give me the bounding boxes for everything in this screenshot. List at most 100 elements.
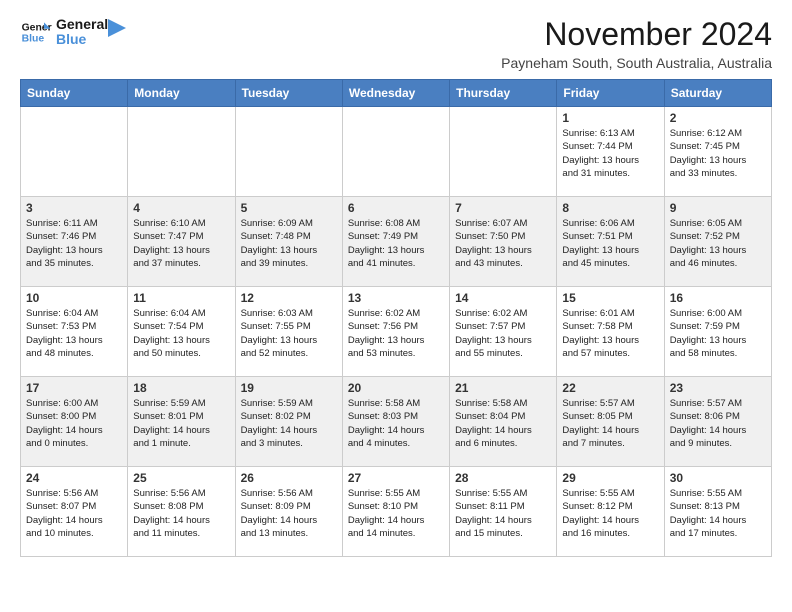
day-info: Sunrise: 6:13 AM Sunset: 7:44 PM Dayligh…: [562, 127, 658, 180]
day-info: Sunrise: 6:12 AM Sunset: 7:45 PM Dayligh…: [670, 127, 766, 180]
day-info: Sunrise: 6:00 AM Sunset: 8:00 PM Dayligh…: [26, 397, 122, 450]
day-number: 2: [670, 111, 766, 125]
day-info: Sunrise: 6:11 AM Sunset: 7:46 PM Dayligh…: [26, 217, 122, 270]
calendar-cell: 16 Sunrise: 6:00 AM Sunset: 7:59 PM Dayli…: [664, 287, 771, 377]
calendar-cell: 22 Sunrise: 5:57 AM Sunset: 8:05 PM Dayli…: [557, 377, 664, 467]
calendar-week-2: 3 Sunrise: 6:11 AM Sunset: 7:46 PM Daylig…: [21, 197, 772, 287]
logo: General Blue General Blue: [20, 16, 126, 48]
calendar-cell: 2 Sunrise: 6:12 AM Sunset: 7:45 PM Daylig…: [664, 107, 771, 197]
day-info: Sunrise: 6:08 AM Sunset: 7:49 PM Dayligh…: [348, 217, 444, 270]
day-number: 6: [348, 201, 444, 215]
day-info: Sunrise: 5:55 AM Sunset: 8:10 PM Dayligh…: [348, 487, 444, 540]
day-info: Sunrise: 6:10 AM Sunset: 7:47 PM Dayligh…: [133, 217, 229, 270]
calendar-cell: 21 Sunrise: 5:58 AM Sunset: 8:04 PM Dayli…: [450, 377, 557, 467]
calendar-cell: 17 Sunrise: 6:00 AM Sunset: 8:00 PM Dayli…: [21, 377, 128, 467]
calendar-cell: 29Sunrise: 5:55 AM Sunset: 8:12 PM Dayli…: [557, 467, 664, 557]
day-info: Sunrise: 6:09 AM Sunset: 7:48 PM Dayligh…: [241, 217, 337, 270]
day-number: 17: [26, 381, 122, 395]
day-info: Sunrise: 6:04 AM Sunset: 7:54 PM Dayligh…: [133, 307, 229, 360]
calendar-cell: 20 Sunrise: 5:58 AM Sunset: 8:03 PM Dayli…: [342, 377, 449, 467]
logo-general: General: [56, 17, 108, 32]
day-number: 5: [241, 201, 337, 215]
page: General Blue General Blue November 2024 …: [0, 0, 792, 573]
day-number: 3: [26, 201, 122, 215]
calendar-cell: 12 Sunrise: 6:03 AM Sunset: 7:55 PM Dayli…: [235, 287, 342, 377]
day-number: 19: [241, 381, 337, 395]
calendar-week-4: 17 Sunrise: 6:00 AM Sunset: 8:00 PM Dayli…: [21, 377, 772, 467]
day-number: 25: [133, 471, 229, 485]
day-number: 18: [133, 381, 229, 395]
day-info: Sunrise: 5:56 AM Sunset: 8:09 PM Dayligh…: [241, 487, 337, 540]
calendar-cell: 18Sunrise: 5:59 AM Sunset: 8:01 PM Dayli…: [128, 377, 235, 467]
calendar-cell: 9 Sunrise: 6:05 AM Sunset: 7:52 PM Daylig…: [664, 197, 771, 287]
day-info: Sunrise: 6:02 AM Sunset: 7:57 PM Dayligh…: [455, 307, 551, 360]
header: General Blue General Blue November 2024 …: [20, 16, 772, 71]
calendar-cell: [128, 107, 235, 197]
calendar-cell: 28Sunrise: 5:55 AM Sunset: 8:11 PM Dayli…: [450, 467, 557, 557]
day-info: Sunrise: 6:02 AM Sunset: 7:56 PM Dayligh…: [348, 307, 444, 360]
day-info: Sunrise: 5:55 AM Sunset: 8:12 PM Dayligh…: [562, 487, 658, 540]
calendar-cell: 1 Sunrise: 6:13 AM Sunset: 7:44 PM Daylig…: [557, 107, 664, 197]
calendar-cell: 25Sunrise: 5:56 AM Sunset: 8:08 PM Dayli…: [128, 467, 235, 557]
calendar-cell: 7Sunrise: 6:07 AM Sunset: 7:50 PM Daylig…: [450, 197, 557, 287]
day-info: Sunrise: 5:59 AM Sunset: 8:02 PM Dayligh…: [241, 397, 337, 450]
logo-blue: Blue: [56, 32, 108, 47]
day-number: 30: [670, 471, 766, 485]
day-info: Sunrise: 6:05 AM Sunset: 7:52 PM Dayligh…: [670, 217, 766, 270]
calendar-cell: 30 Sunrise: 5:55 AM Sunset: 8:13 PM Dayli…: [664, 467, 771, 557]
calendar-cell: 15 Sunrise: 6:01 AM Sunset: 7:58 PM Dayli…: [557, 287, 664, 377]
day-info: Sunrise: 5:58 AM Sunset: 8:03 PM Dayligh…: [348, 397, 444, 450]
weekday-header-friday: Friday: [557, 80, 664, 107]
calendar-week-1: 1 Sunrise: 6:13 AM Sunset: 7:44 PM Daylig…: [21, 107, 772, 197]
day-number: 12: [241, 291, 337, 305]
day-number: 14: [455, 291, 551, 305]
day-info: Sunrise: 6:03 AM Sunset: 7:55 PM Dayligh…: [241, 307, 337, 360]
day-info: Sunrise: 5:55 AM Sunset: 8:11 PM Dayligh…: [455, 487, 551, 540]
calendar-cell: [21, 107, 128, 197]
day-info: Sunrise: 6:06 AM Sunset: 7:51 PM Dayligh…: [562, 217, 658, 270]
calendar-cell: [342, 107, 449, 197]
calendar-cell: 5 Sunrise: 6:09 AM Sunset: 7:48 PM Daylig…: [235, 197, 342, 287]
day-number: 15: [562, 291, 658, 305]
day-info: Sunrise: 5:57 AM Sunset: 8:06 PM Dayligh…: [670, 397, 766, 450]
day-info: Sunrise: 6:01 AM Sunset: 7:58 PM Dayligh…: [562, 307, 658, 360]
day-number: 21: [455, 381, 551, 395]
calendar-week-3: 10Sunrise: 6:04 AM Sunset: 7:53 PM Dayli…: [21, 287, 772, 377]
day-number: 7: [455, 201, 551, 215]
calendar-cell: 26 Sunrise: 5:56 AM Sunset: 8:09 PM Dayli…: [235, 467, 342, 557]
day-number: 23: [670, 381, 766, 395]
weekday-header-tuesday: Tuesday: [235, 80, 342, 107]
day-number: 13: [348, 291, 444, 305]
svg-text:Blue: Blue: [22, 34, 45, 45]
day-number: 20: [348, 381, 444, 395]
day-number: 9: [670, 201, 766, 215]
day-number: 8: [562, 201, 658, 215]
day-info: Sunrise: 5:57 AM Sunset: 8:05 PM Dayligh…: [562, 397, 658, 450]
calendar-cell: 11 Sunrise: 6:04 AM Sunset: 7:54 PM Dayli…: [128, 287, 235, 377]
calendar-cell: [235, 107, 342, 197]
logo-arrow-icon: [108, 19, 126, 37]
day-number: 27: [348, 471, 444, 485]
calendar-table: SundayMondayTuesdayWednesdayThursdayFrid…: [20, 79, 772, 557]
title-section: November 2024 Payneham South, South Aust…: [501, 16, 772, 71]
calendar-cell: 13 Sunrise: 6:02 AM Sunset: 7:56 PM Dayli…: [342, 287, 449, 377]
day-number: 26: [241, 471, 337, 485]
weekday-header-sunday: Sunday: [21, 80, 128, 107]
calendar-cell: 10Sunrise: 6:04 AM Sunset: 7:53 PM Dayli…: [21, 287, 128, 377]
day-number: 1: [562, 111, 658, 125]
calendar-cell: 4Sunrise: 6:10 AM Sunset: 7:47 PM Daylig…: [128, 197, 235, 287]
calendar-cell: 14 Sunrise: 6:02 AM Sunset: 7:57 PM Dayli…: [450, 287, 557, 377]
day-number: 16: [670, 291, 766, 305]
day-number: 11: [133, 291, 229, 305]
logo-icon: General Blue: [20, 16, 52, 48]
day-info: Sunrise: 5:55 AM Sunset: 8:13 PM Dayligh…: [670, 487, 766, 540]
calendar-body: 1 Sunrise: 6:13 AM Sunset: 7:44 PM Daylig…: [21, 107, 772, 557]
day-number: 22: [562, 381, 658, 395]
month-title: November 2024: [501, 16, 772, 53]
calendar-week-5: 24Sunrise: 5:56 AM Sunset: 8:07 PM Dayli…: [21, 467, 772, 557]
day-info: Sunrise: 6:00 AM Sunset: 7:59 PM Dayligh…: [670, 307, 766, 360]
calendar-cell: 8 Sunrise: 6:06 AM Sunset: 7:51 PM Daylig…: [557, 197, 664, 287]
day-info: Sunrise: 5:56 AM Sunset: 8:07 PM Dayligh…: [26, 487, 122, 540]
day-info: Sunrise: 6:04 AM Sunset: 7:53 PM Dayligh…: [26, 307, 122, 360]
day-info: Sunrise: 5:58 AM Sunset: 8:04 PM Dayligh…: [455, 397, 551, 450]
